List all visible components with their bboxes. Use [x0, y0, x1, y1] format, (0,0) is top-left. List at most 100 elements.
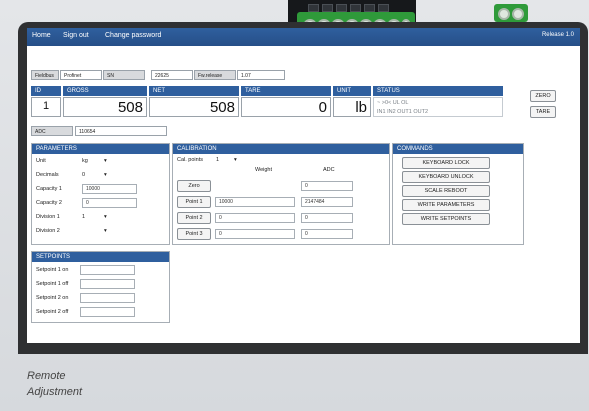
status-led [308, 4, 319, 12]
point-1-weight-input[interactable]: 10000 [215, 197, 295, 207]
release-label: Release 1.0 [541, 32, 574, 38]
unit-select-value: kg [82, 158, 88, 164]
net-header: NET [149, 86, 239, 96]
status-led [378, 4, 389, 12]
tare-value: 0 [318, 99, 327, 116]
setpoint-1-on-input[interactable] [80, 265, 135, 275]
unit-box: lb [333, 97, 371, 117]
zero-calibration-button[interactable]: Zero [177, 180, 211, 192]
unit-header: UNIT [333, 86, 371, 96]
screw-icon [512, 8, 524, 20]
photo-background: Home Sign out Change password Release 1.… [0, 0, 589, 411]
fieldbus-value: Profinet [60, 70, 102, 80]
decimals-select-value: 0 [82, 172, 86, 178]
setpoint-2-off-label: Setpoint 2 off [36, 309, 69, 315]
nav-change-password-link[interactable]: Change password [105, 32, 161, 39]
write-setpoints-button[interactable]: WRITE SETPOINTS [402, 213, 490, 225]
caption: Remote Adjustment [27, 368, 82, 400]
chevron-down-icon: ▾ [104, 158, 107, 164]
division-2-select[interactable]: ▾ [82, 226, 112, 236]
adc-value: 110654 [75, 126, 167, 136]
cal-points-value: 1 [216, 157, 220, 163]
keyboard-unlock-button[interactable]: KEYBOARD UNLOCK [402, 171, 490, 183]
point-2-weight-input[interactable]: 0 [215, 213, 295, 223]
net-box: 508 [149, 97, 239, 117]
param-label-division-1: Division 1 [36, 214, 60, 220]
capacity-1-input[interactable]: 10000 [82, 184, 137, 194]
caption-line-1: Remote [27, 370, 66, 382]
status-led [364, 4, 375, 12]
fieldbus-label: Fieldbus [31, 70, 59, 80]
param-label-decimals: Decimals [36, 172, 59, 178]
status-led [336, 4, 347, 12]
commands-panel: COMMANDS KEYBOARD LOCK KEYBOARD UNLOCK S… [392, 143, 524, 245]
param-label-capacity-1: Capacity 1 [36, 186, 62, 192]
write-parameters-button[interactable]: WRITE PARAMETERS [402, 199, 490, 211]
gross-value: 508 [117, 99, 143, 116]
screw-icon [498, 8, 510, 20]
adc-label: ADC [31, 126, 73, 136]
fw-release-label: Fw.release [194, 70, 236, 80]
keyboard-lock-button[interactable]: KEYBOARD LOCK [402, 157, 490, 169]
nav-home-link[interactable]: Home [32, 32, 51, 39]
unit-value: lb [355, 99, 367, 116]
weight-column-header: Weight [255, 167, 273, 173]
top-nav-bar: Home Sign out Change password Release 1.… [27, 28, 580, 46]
point-2-adc-field: 0 [301, 213, 353, 223]
cal-points-select[interactable]: 1 ▾ [216, 155, 246, 165]
cal-points-label: Cal. points [177, 157, 203, 163]
chevron-down-icon: ▾ [104, 172, 107, 178]
nav-sign-out-link[interactable]: Sign out [63, 32, 89, 39]
point-1-adc-field: 2147484 [301, 197, 353, 207]
tare-header: TARE [241, 86, 331, 96]
setpoint-1-on-label: Setpoint 1 on [36, 267, 69, 273]
adc-column-header: ADC [323, 167, 335, 173]
status-header: STATUS [373, 86, 503, 96]
status-box: ~ >0< UL OL IN1 IN2 OUT1 OUT2 [373, 97, 503, 117]
setpoint-2-off-input[interactable] [80, 307, 135, 317]
setpoint-1-off-input[interactable] [80, 279, 135, 289]
gross-header: GROSS [63, 86, 147, 96]
sn-value: 22625 [151, 70, 193, 80]
setpoints-panel: SETPOINTS Setpoint 1 on Setpoint 1 off S… [31, 251, 170, 323]
point-2-button[interactable]: Point 2 [177, 212, 211, 224]
calibration-panel: CALIBRATION Cal. points 1 ▾ Weight ADC Ze… [172, 143, 390, 245]
id-value: 1 [43, 100, 50, 112]
zero-adc-field: 0 [301, 181, 353, 191]
status-led [322, 4, 333, 12]
browser-screen: Home Sign out Change password Release 1.… [27, 28, 580, 343]
terminal-block-small [494, 4, 528, 22]
sn-label: SN [103, 70, 145, 80]
point-3-weight-input[interactable]: 0 [215, 229, 295, 239]
param-label-division-2: Division 2 [36, 228, 60, 234]
point-3-adc-field: 0 [301, 229, 353, 239]
unit-select[interactable]: kg ▾ [82, 156, 112, 166]
net-value: 508 [209, 99, 235, 116]
point-3-button[interactable]: Point 3 [177, 228, 211, 240]
chevron-down-icon: ▾ [104, 228, 107, 234]
capacity-2-input[interactable]: 0 [82, 198, 137, 208]
tare-button[interactable]: TARE [530, 106, 556, 118]
gross-box: 508 [63, 97, 147, 117]
param-label-unit: Unit [36, 158, 46, 164]
setpoint-1-off-label: Setpoint 1 off [36, 281, 69, 287]
param-label-capacity-2: Capacity 2 [36, 200, 62, 206]
status-io: IN1 IN2 OUT1 OUT2 [377, 109, 429, 115]
division-1-select-value: 1 [82, 214, 86, 220]
division-1-select[interactable]: 1 ▾ [82, 212, 112, 222]
status-led [350, 4, 361, 12]
setpoints-title: SETPOINTS [32, 252, 169, 262]
caption-line-2: Adjustment [27, 386, 83, 398]
chevron-down-icon: ▾ [234, 157, 237, 163]
decimals-select[interactable]: 0 ▾ [82, 170, 112, 180]
id-box: 1 [31, 97, 61, 117]
zero-button[interactable]: ZERO [530, 90, 556, 102]
commands-title: COMMANDS [393, 144, 523, 154]
setpoint-2-on-input[interactable] [80, 293, 135, 303]
scale-reboot-button[interactable]: SCALE REBOOT [402, 185, 490, 197]
parameters-panel: PARAMETERS Unit kg ▾ Decimals 0 ▾ Capacity… [31, 143, 170, 245]
status-flags: ~ >0< UL OL [377, 100, 409, 106]
point-1-button[interactable]: Point 1 [177, 196, 211, 208]
fw-release-value: 1.07 [237, 70, 285, 80]
chevron-down-icon: ▾ [104, 214, 107, 220]
